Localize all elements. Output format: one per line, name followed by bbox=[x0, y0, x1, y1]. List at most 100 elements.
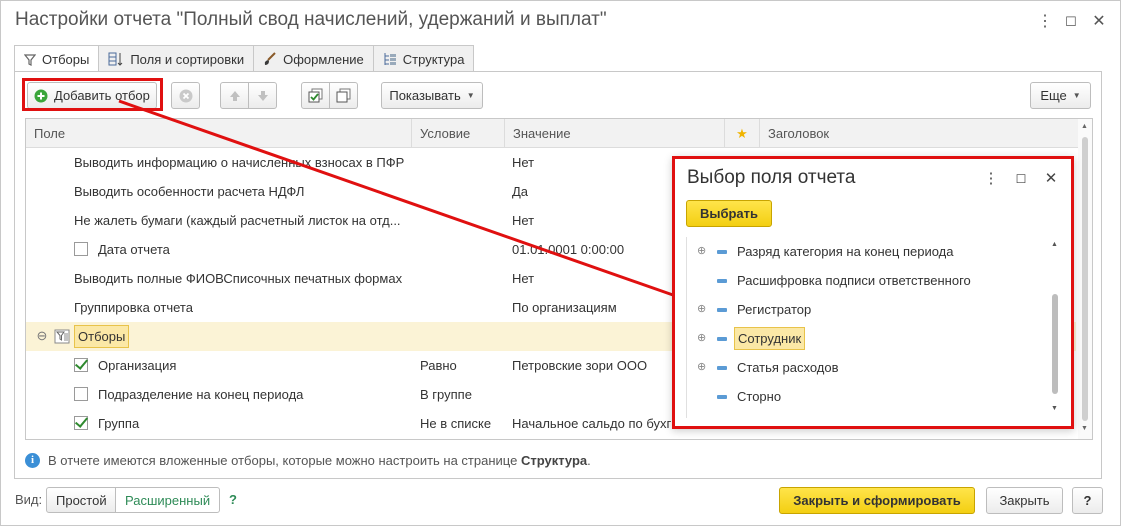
window-title: Настройки отчета "Полный свод начислений… bbox=[15, 9, 607, 30]
dropdown-arrow-icon: ▼ bbox=[1072, 91, 1081, 100]
structure-icon bbox=[384, 53, 396, 65]
tree-item[interactable]: ⊕ Сотрудник bbox=[687, 324, 1037, 353]
row-field: Дата отчета bbox=[98, 242, 170, 257]
row-condition: Не в списке bbox=[420, 416, 492, 431]
expand-icon[interactable]: ⊕ bbox=[697, 362, 706, 373]
scroll-down-icon[interactable]: ▼ bbox=[1081, 425, 1088, 432]
row-field: Отборы bbox=[74, 325, 130, 348]
settings-tabs: Отборы Поля и сортировки Оформление Стру… bbox=[14, 45, 475, 73]
dialog-scrollbar[interactable]: ▲ ▼ bbox=[1049, 237, 1061, 417]
row-field: Не жалеть бумаги (каждый расчетный листо… bbox=[74, 213, 401, 228]
tab-appearance[interactable]: Оформление bbox=[253, 45, 374, 72]
brush-icon bbox=[264, 52, 276, 65]
more-menu-icon[interactable]: ⋮ bbox=[1034, 11, 1056, 33]
row-checkbox[interactable] bbox=[74, 387, 88, 401]
structure-link[interactable]: Структура bbox=[521, 453, 587, 468]
row-checkbox[interactable] bbox=[74, 416, 88, 430]
funnel-icon bbox=[24, 53, 36, 66]
dialog-maximize-icon[interactable]: ☐ bbox=[1011, 169, 1031, 189]
row-field: Организация bbox=[98, 358, 177, 373]
field-icon bbox=[717, 366, 727, 370]
scroll-thumb[interactable] bbox=[1052, 294, 1058, 394]
add-filter-highlight bbox=[22, 78, 163, 111]
row-field: Выводить особенности расчета НДФЛ bbox=[74, 184, 305, 199]
check-all-icon bbox=[308, 88, 322, 102]
view-extended-button[interactable]: Расширенный bbox=[115, 487, 220, 513]
delete-icon bbox=[179, 89, 192, 102]
column-field[interactable]: Поле bbox=[26, 119, 412, 148]
select-button[interactable]: Выбрать bbox=[686, 200, 772, 227]
dialog-close-icon[interactable]: ✕ bbox=[1041, 169, 1061, 189]
tree-item[interactable]: ⊕ Регистратор bbox=[687, 295, 1037, 324]
tab-label: Оформление bbox=[283, 51, 364, 67]
collapse-icon[interactable]: ⊖ bbox=[36, 329, 48, 342]
tab-structure[interactable]: Структура bbox=[372, 45, 475, 72]
field-icon bbox=[717, 395, 727, 399]
tree-item-label: Регистратор bbox=[737, 302, 812, 317]
move-down-button[interactable] bbox=[248, 82, 277, 109]
info-icon: i bbox=[25, 452, 40, 468]
select-field-dialog: Выбор поля отчета ⋮ ☐ ✕ Выбрать ⊕ Разряд… bbox=[672, 156, 1074, 429]
arrow-down-icon bbox=[257, 90, 268, 101]
move-up-button[interactable] bbox=[220, 82, 249, 109]
maximize-icon[interactable]: ☐ bbox=[1060, 11, 1082, 33]
tab-filters[interactable]: Отборы bbox=[14, 45, 100, 73]
tree-item-label: Разряд категория на конец периода bbox=[737, 244, 954, 259]
row-condition: В группе bbox=[420, 387, 472, 402]
scroll-up-icon[interactable]: ▲ bbox=[1051, 241, 1058, 248]
show-dropdown-button[interactable]: Показывать ▼ bbox=[381, 82, 483, 109]
check-all-button[interactable] bbox=[301, 82, 330, 109]
column-condition[interactable]: Условие bbox=[412, 119, 505, 148]
tab-label: Поля и сортировки bbox=[130, 51, 245, 67]
close-button[interactable]: Закрыть bbox=[986, 487, 1063, 514]
row-condition: Равно bbox=[420, 358, 457, 373]
field-icon bbox=[717, 308, 727, 312]
expand-icon[interactable]: ⊕ bbox=[697, 333, 706, 344]
show-label: Показывать bbox=[389, 88, 461, 103]
expand-icon[interactable]: ⊕ bbox=[697, 246, 706, 257]
dialog-more-menu-icon[interactable]: ⋮ bbox=[981, 169, 1001, 189]
view-simple-button[interactable]: Простой bbox=[46, 487, 116, 513]
tree-item-label: Статья расходов bbox=[737, 360, 839, 375]
tree-item-label: Сотрудник bbox=[734, 327, 806, 350]
help-button[interactable]: ? bbox=[1072, 487, 1103, 514]
fields-sort-icon bbox=[108, 52, 123, 66]
grid-header: Поле Условие Значение ★ Заголовок bbox=[26, 119, 1092, 148]
column-value[interactable]: Значение bbox=[505, 119, 725, 148]
tree-item-label: Сторно bbox=[737, 389, 782, 404]
dialog-title: Выбор поля отчета bbox=[687, 167, 856, 188]
report-settings-window: Настройки отчета "Полный свод начислений… bbox=[0, 0, 1121, 526]
dropdown-arrow-icon: ▼ bbox=[466, 91, 475, 100]
filter-group-icon bbox=[54, 329, 70, 344]
row-field: Выводить информацию о начисленных взноса… bbox=[74, 155, 405, 170]
tab-label: Отборы bbox=[42, 52, 90, 67]
scroll-up-icon[interactable]: ▲ bbox=[1081, 123, 1088, 130]
field-tree: ⊕ Разряд категория на конец периода Расш… bbox=[686, 237, 1052, 418]
info-message: i В отчете имеются вложенные отборы, кот… bbox=[25, 450, 591, 470]
row-checkbox[interactable] bbox=[74, 358, 88, 372]
close-icon[interactable]: ✕ bbox=[1088, 11, 1110, 33]
scroll-thumb[interactable] bbox=[1082, 137, 1088, 421]
row-checkbox[interactable] bbox=[74, 242, 88, 256]
more-button[interactable]: Еще ▼ bbox=[1030, 82, 1091, 109]
column-header[interactable]: Заголовок bbox=[760, 119, 1078, 148]
info-suffix: . bbox=[587, 452, 591, 468]
delete-button[interactable] bbox=[171, 82, 200, 109]
expand-icon[interactable]: ⊕ bbox=[697, 304, 706, 315]
field-icon bbox=[717, 250, 727, 254]
tab-fields-sort[interactable]: Поля и сортировки bbox=[98, 45, 255, 72]
view-help-link[interactable]: ? bbox=[229, 492, 237, 507]
tree-item[interactable]: ⊕ Статья расходов bbox=[687, 353, 1037, 382]
tree-item[interactable]: ⊕ Разряд категория на конец периода bbox=[687, 237, 1037, 266]
tree-item[interactable]: Сторно bbox=[687, 382, 1037, 411]
tree-item-label: Расшифровка подписи ответственного bbox=[737, 273, 971, 288]
column-star-icon[interactable]: ★ bbox=[725, 119, 760, 148]
scroll-down-icon[interactable]: ▼ bbox=[1051, 405, 1058, 412]
row-field: Выводить полные ФИОВСписочных печатных ф… bbox=[74, 271, 403, 286]
field-icon bbox=[717, 279, 727, 283]
close-and-generate-button[interactable]: Закрыть и сформировать bbox=[779, 487, 975, 514]
title-bar: Настройки отчета "Полный свод начислений… bbox=[1, 1, 1120, 43]
grid-scrollbar[interactable]: ▲ ▼ bbox=[1078, 119, 1092, 439]
tree-item[interactable]: Расшифровка подписи ответственного bbox=[687, 266, 1037, 295]
uncheck-all-button[interactable] bbox=[329, 82, 358, 109]
